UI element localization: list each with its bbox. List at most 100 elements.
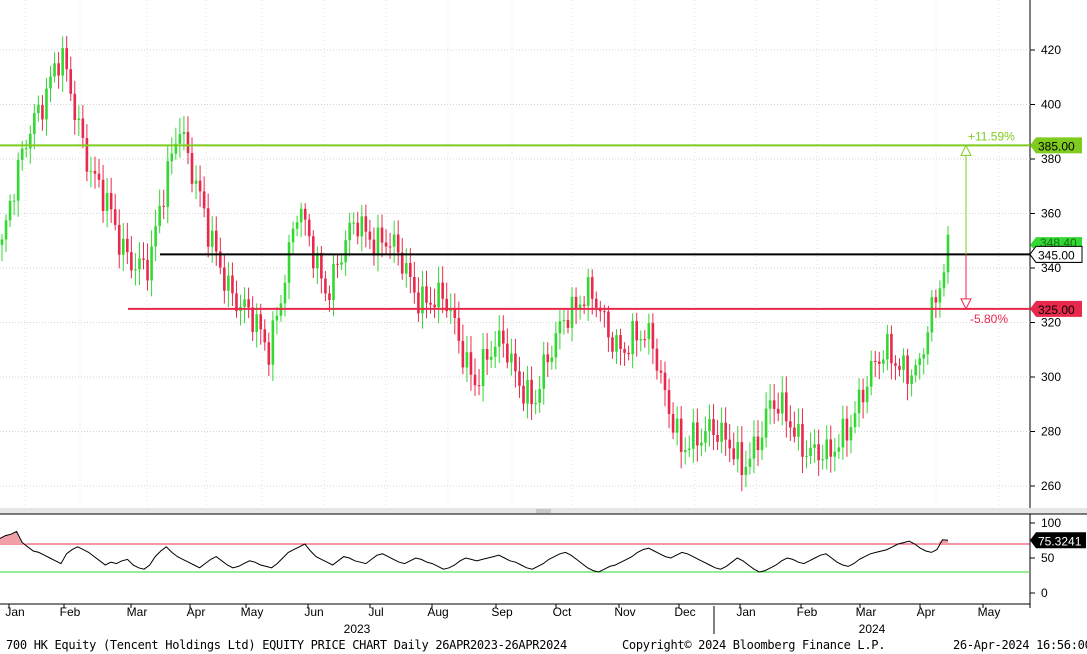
candle-body [328, 293, 331, 300]
candle-body [109, 193, 113, 210]
candle-body [801, 424, 804, 457]
candle-body [574, 296, 578, 308]
candle-body [166, 161, 170, 207]
candle-body [518, 371, 521, 386]
candle-body [392, 234, 396, 247]
candle-body [578, 304, 582, 308]
candle-body [186, 131, 190, 153]
candle-body [89, 170, 93, 172]
candle-body [154, 226, 157, 247]
candle-body [251, 307, 254, 332]
candle-body [158, 205, 161, 227]
candle-body [538, 388, 541, 403]
candle-body [744, 466, 748, 475]
candle-body [902, 355, 905, 370]
candle-body [425, 286, 428, 303]
candle-body [291, 228, 295, 243]
candle-body [465, 352, 469, 368]
month-label: Jun [304, 605, 323, 619]
candle-body [384, 242, 388, 247]
price-tick-label: 380 [1041, 152, 1061, 166]
candle-body [45, 88, 48, 120]
candle-body [16, 159, 20, 201]
candle-body [117, 224, 121, 255]
candle-body [890, 333, 893, 364]
level-tag-text: 325.00 [1038, 303, 1075, 317]
month-label: Mar [127, 605, 148, 619]
candle-body [930, 297, 934, 333]
candle-body [8, 200, 12, 221]
candle-body [170, 153, 174, 162]
candle-body [683, 449, 687, 452]
candle-body [534, 402, 537, 405]
candle-body [728, 439, 731, 449]
rsi-tick-label: 100 [1041, 516, 1061, 530]
candle-body [667, 390, 671, 415]
month-label: Apr [917, 605, 936, 619]
candle-body [320, 253, 323, 279]
candle-body [457, 317, 461, 341]
candle-body [590, 277, 594, 299]
candle-body [627, 352, 630, 355]
candle-body [453, 309, 457, 318]
candle-body [409, 263, 412, 277]
candle-body [752, 436, 756, 459]
candle-body [57, 63, 60, 76]
candle-body [283, 282, 287, 304]
candle-body [324, 278, 327, 294]
candle-body [942, 272, 946, 289]
candle-body [202, 191, 206, 209]
candle-body [643, 339, 647, 341]
candle-body [336, 263, 339, 265]
candle-body [869, 360, 873, 387]
candle-body [231, 275, 234, 294]
candle-body [805, 455, 808, 457]
candle-body [837, 447, 841, 452]
candle-body [404, 263, 408, 274]
candle-body [178, 134, 182, 144]
candle-body [287, 242, 291, 283]
candle-body [473, 374, 477, 386]
candle-body [73, 93, 77, 120]
candle-body [898, 365, 901, 370]
candle-body [635, 321, 639, 341]
candle-body [708, 419, 711, 431]
candle-body [198, 180, 202, 192]
candle-body [809, 447, 812, 456]
candle-body [514, 353, 517, 372]
candle-body [647, 323, 651, 340]
candle-body [833, 451, 837, 457]
candle-body [396, 234, 400, 253]
candle-body [489, 356, 493, 360]
divider-handle[interactable] [536, 509, 551, 513]
month-label: Oct [553, 605, 572, 619]
candle-body [772, 400, 776, 409]
candle-body [344, 240, 347, 263]
candle-body [352, 222, 356, 224]
candle-body [332, 263, 335, 300]
footer-security-info: 700 HK Equity (Tencent Holdings Ltd) EQU… [6, 638, 567, 652]
candle-body [663, 372, 667, 391]
candle-body [894, 363, 897, 366]
candle-body [510, 353, 513, 363]
candle-body [69, 69, 73, 94]
candle-body [562, 319, 566, 322]
candle-body [493, 346, 497, 357]
candle-body [372, 239, 376, 256]
price-tick-label: 260 [1041, 479, 1061, 493]
candle-body [376, 227, 380, 256]
price-tick-label: 300 [1041, 370, 1061, 384]
candle-body [918, 358, 922, 366]
candle-body [886, 333, 889, 360]
candle-body [303, 208, 307, 220]
candle-body [271, 320, 275, 365]
candle-body [813, 444, 816, 448]
candle-body [33, 113, 36, 134]
candle-body [477, 385, 481, 387]
candle-body [340, 262, 343, 265]
candle-body [687, 448, 691, 450]
candle-body [295, 222, 299, 229]
candle-body [4, 220, 8, 240]
candle-body [348, 222, 351, 241]
candle-body [24, 148, 28, 150]
